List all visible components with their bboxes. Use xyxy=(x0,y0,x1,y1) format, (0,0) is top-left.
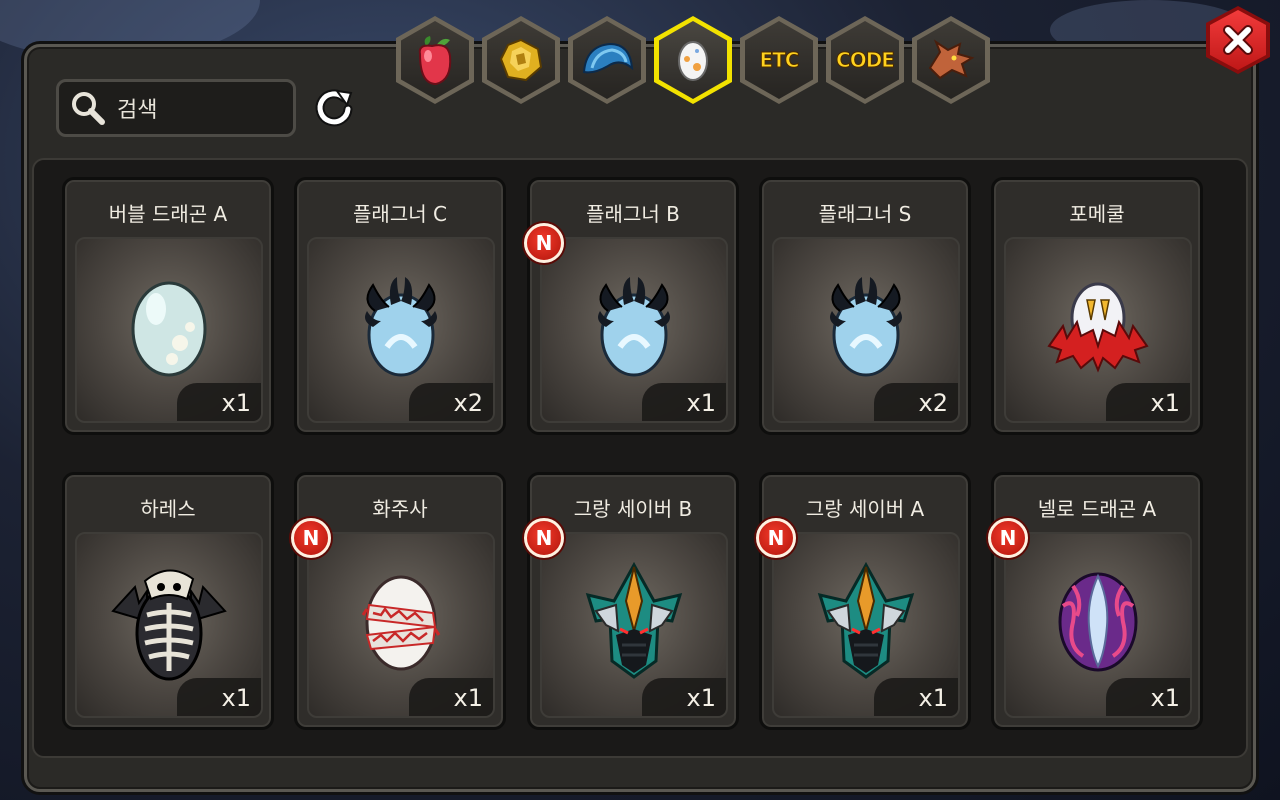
item-slot: x1 xyxy=(307,532,495,718)
item-name: 그랑 세이버 B xyxy=(573,497,693,521)
search-placeholder: 검색 xyxy=(117,98,158,123)
item-name: 화주사 xyxy=(372,497,428,521)
item-name: 플래그너 C xyxy=(353,202,447,226)
item-card[interactable]: 포메쿨 x1 xyxy=(991,177,1203,435)
item-name: 버블 드래곤 A xyxy=(108,202,228,226)
new-badge: N xyxy=(291,518,331,558)
speckled-white-egg-icon xyxy=(131,281,207,377)
item-card[interactable]: 플래그너 S x2 xyxy=(759,177,971,435)
item-card[interactable]: N 그랑 세이버 B x1 xyxy=(524,472,739,730)
item-card[interactable]: 하레스 x1 xyxy=(62,472,274,730)
item-quantity: x1 xyxy=(177,678,261,716)
item-slot: x1 xyxy=(772,532,960,718)
horned-blue-egg-icon xyxy=(830,277,902,377)
dragon-head-icon xyxy=(928,39,975,80)
item-quantity: x1 xyxy=(1106,678,1190,716)
blue-scale-icon xyxy=(582,42,634,74)
item-slot: x1 xyxy=(540,532,728,718)
item-slot: x1 xyxy=(540,237,728,423)
refresh-button[interactable] xyxy=(312,86,356,130)
item-name: 플래그너 B xyxy=(586,202,680,226)
tab-code-label: CODE xyxy=(836,48,896,73)
item-quantity: x1 xyxy=(1106,383,1190,421)
item-slot: x1 xyxy=(75,237,263,423)
item-name: 넬로 드래곤 A xyxy=(1037,497,1157,521)
horned-blue-egg-icon xyxy=(598,277,670,377)
white-egg-red-fur-icon xyxy=(1047,282,1149,373)
item-quantity: x2 xyxy=(409,383,493,421)
item-name: 그랑 세이버 A xyxy=(805,497,925,521)
bandaged-egg-icon xyxy=(361,575,441,671)
skeleton-wing-egg-icon xyxy=(111,569,227,681)
search-field[interactable]: 검색 xyxy=(56,79,296,137)
item-slot: x1 xyxy=(75,532,263,718)
refresh-icon xyxy=(315,89,353,127)
close-icon xyxy=(1223,25,1253,55)
item-card[interactable]: 버블 드래곤 A x1 xyxy=(62,177,274,435)
item-slot: x2 xyxy=(772,237,960,423)
horned-blue-egg-icon xyxy=(365,277,437,377)
search-icon xyxy=(72,92,105,125)
item-quantity: x1 xyxy=(642,383,726,421)
item-card[interactable]: 플래그너 C x2 xyxy=(294,177,506,435)
item-quantity: x2 xyxy=(874,383,958,421)
armored-teal-egg-icon xyxy=(585,562,683,680)
item-quantity: x1 xyxy=(874,678,958,716)
new-badge: N xyxy=(756,518,796,558)
item-card[interactable]: N 넬로 드래곤 A x1 xyxy=(988,472,1203,730)
purple-crystal-egg-icon xyxy=(1058,572,1138,672)
item-quantity: x1 xyxy=(177,383,261,421)
item-card[interactable]: N 그랑 세이버 A x1 xyxy=(756,472,971,730)
item-card[interactable]: N 화주사 x1 xyxy=(291,472,506,730)
red-fruit-icon xyxy=(418,36,452,86)
item-slot: x2 xyxy=(307,237,495,423)
item-slot: x1 xyxy=(1004,532,1192,718)
armored-teal-egg-icon xyxy=(817,562,915,680)
item-name: 포메쿨 xyxy=(1069,202,1125,226)
item-quantity: x1 xyxy=(409,678,493,716)
new-badge: N xyxy=(988,518,1028,558)
item-name: 하레스 xyxy=(140,497,196,521)
new-badge: N xyxy=(524,223,564,263)
item-card[interactable]: N 플래그너 B x1 xyxy=(524,177,739,435)
item-quantity: x1 xyxy=(642,678,726,716)
item-name: 플래그너 S xyxy=(818,202,912,226)
tab-etc-label: ETC xyxy=(759,48,800,73)
gold-ore-icon xyxy=(499,38,543,82)
egg-icon xyxy=(678,41,708,81)
new-badge: N xyxy=(524,518,564,558)
item-slot: x1 xyxy=(1004,237,1192,423)
